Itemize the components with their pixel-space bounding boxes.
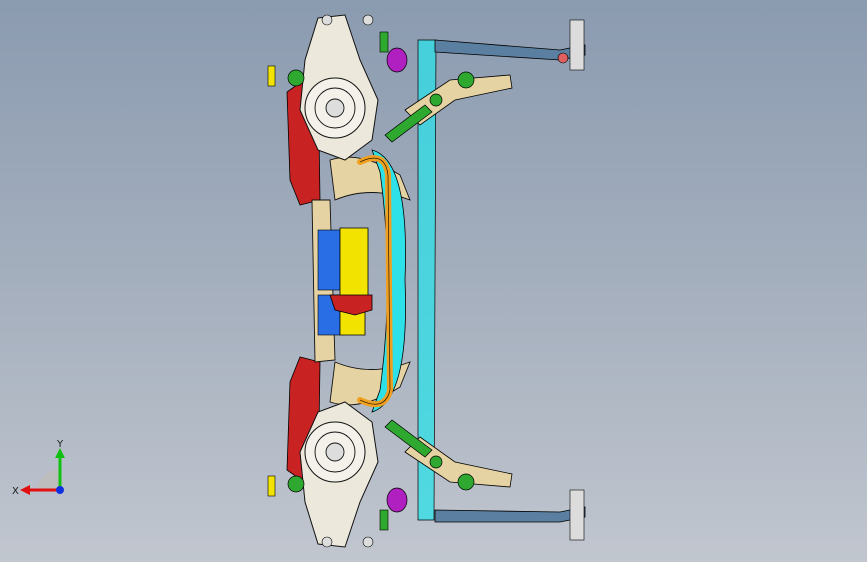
green-bushing-5 xyxy=(429,93,443,107)
bolt-top-right xyxy=(362,14,374,26)
green-bushing-2 xyxy=(287,475,305,493)
green-bracket-top xyxy=(379,31,389,53)
coordinate-triad: X Y xyxy=(12,439,65,497)
lower-lateral-link xyxy=(434,506,586,523)
yellow-bracket-top xyxy=(267,65,276,87)
magenta-bushing-top xyxy=(386,47,408,73)
yellow-center-plate xyxy=(339,227,369,336)
bolt-top-left xyxy=(321,14,333,26)
hub-bottom-inner xyxy=(325,442,345,462)
triad-y-label: Y xyxy=(56,439,64,450)
lower-link-bolt xyxy=(569,489,585,541)
hub-top-inner xyxy=(325,98,345,118)
triad-z-axis-dot xyxy=(56,486,64,494)
blue-plate-upper xyxy=(317,229,341,291)
green-bushing-3 xyxy=(457,71,475,89)
green-bracket-bottom xyxy=(379,509,389,531)
upper-link-red-bushing xyxy=(557,52,569,64)
suspension-assembly-model[interactable] xyxy=(0,0,867,562)
upper-link-bolt xyxy=(569,19,585,71)
magenta-bushing-bottom xyxy=(386,487,408,513)
green-bushing-1 xyxy=(287,69,305,87)
yellow-bracket-bottom xyxy=(267,475,276,497)
triad-x-label: X xyxy=(12,486,19,497)
green-bushing-6 xyxy=(429,455,443,469)
triad-xy-plane xyxy=(35,468,60,490)
cad-viewport[interactable]: X Y xyxy=(0,0,867,562)
bolt-bottom-left xyxy=(321,536,333,548)
bolt-bottom-right xyxy=(362,536,374,548)
green-bushing-4 xyxy=(457,473,475,491)
triad-x-arrow xyxy=(20,485,30,495)
